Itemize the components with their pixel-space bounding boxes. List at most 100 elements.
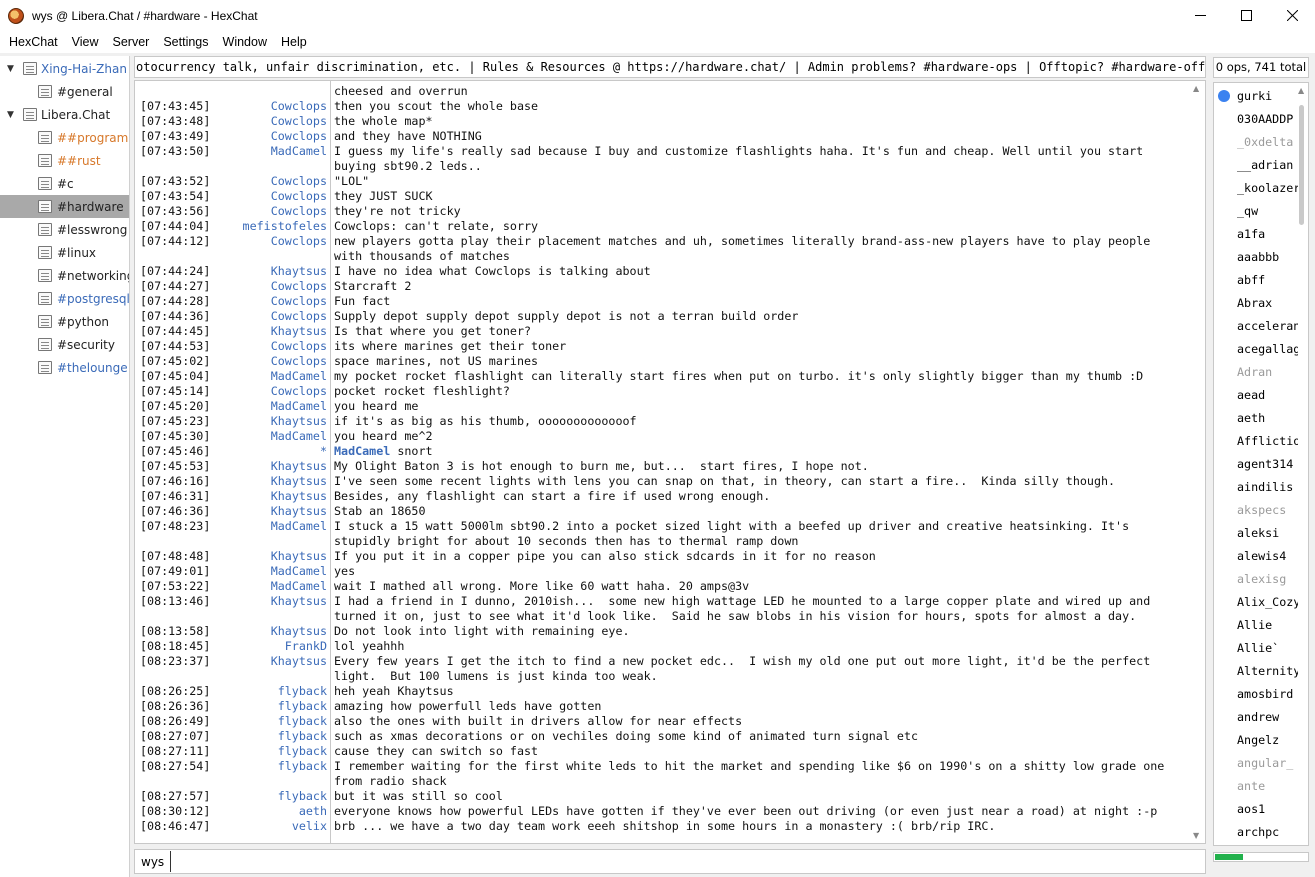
message-nick[interactable]: Cowclops [271,204,327,219]
user-list-item[interactable]: _koolazer [1214,176,1298,199]
menu-window[interactable]: Window [216,35,274,49]
message-nick[interactable]: flyback [278,759,327,774]
message-nick[interactable]: flyback [278,714,327,729]
tree-item-general[interactable]: #general [0,80,129,103]
expand-arrow-icon[interactable]: ▼ [7,110,14,120]
topic-bar[interactable]: otocurrency talk, unfair discrimination,… [134,56,1206,78]
scroll-up-icon[interactable]: ▲ [1298,86,1304,95]
message-nick[interactable]: Cowclops [271,354,327,369]
action-nick[interactable]: MadCamel [334,444,390,458]
minimize-button[interactable] [1177,0,1223,31]
user-list-item[interactable]: angular_ [1214,751,1298,774]
user-list-item[interactable]: aeth [1214,406,1298,429]
close-button[interactable] [1269,0,1315,31]
user-list-item[interactable]: Abrax [1214,291,1298,314]
tree-item-postgresql[interactable]: #postgresql [0,287,129,310]
tree-item-networking[interactable]: #networking [0,264,129,287]
message-nick[interactable]: Cowclops [271,309,327,324]
message-nick[interactable]: Cowclops [271,189,327,204]
chat-scrollbar[interactable]: ▲ ▼ [1189,81,1205,843]
user-list-item[interactable]: ante [1214,774,1298,797]
message-nick[interactable]: Cowclops [271,129,327,144]
message-nick[interactable]: Khaytsus [271,474,327,489]
message-nick[interactable]: FrankD [285,639,327,654]
message-nick[interactable]: MadCamel [271,399,327,414]
scroll-up-icon[interactable]: ▲ [1193,84,1199,93]
message-nick[interactable]: Khaytsus [271,414,327,429]
message-nick[interactable]: Khaytsus [271,549,327,564]
user-list-item[interactable]: aos1 [1214,797,1298,820]
message-nick[interactable]: Khaytsus [271,504,327,519]
message-nick[interactable]: Khaytsus [271,324,327,339]
message-nick[interactable]: flyback [278,729,327,744]
user-list-item[interactable]: aaabbb [1214,245,1298,268]
message-nick[interactable]: Khaytsus [271,654,327,669]
user-list-item[interactable]: _qw [1214,199,1298,222]
message-nick[interactable]: MadCamel [271,564,327,579]
expand-arrow-icon[interactable]: ▼ [7,64,14,74]
message-nick[interactable]: flyback [278,684,327,699]
user-list-item[interactable]: a1fa [1214,222,1298,245]
message-nick[interactable]: Khaytsus [271,624,327,639]
user-list-item[interactable]: Allie [1214,613,1298,636]
user-list-item[interactable]: aead [1214,383,1298,406]
tree-item-thelounge[interactable]: #thelounge [0,356,129,379]
user-list-item[interactable]: alewis4 [1214,544,1298,567]
message-nick[interactable]: Khaytsus [271,264,327,279]
user-list-item[interactable]: Alix_Cozy [1214,590,1298,613]
message-nick[interactable]: velix [292,819,327,834]
tree-item-linux[interactable]: #linux [0,241,129,264]
scroll-thumb[interactable] [1299,105,1304,225]
message-nick[interactable]: Cowclops [271,279,327,294]
message-nick[interactable]: MadCamel [271,519,327,534]
user-list-item[interactable]: akspecs [1214,498,1298,521]
message-nick[interactable]: mefistofeles [243,219,327,234]
tree-item-python[interactable]: #python [0,310,129,333]
message-nick[interactable]: Cowclops [271,234,327,249]
user-list-item[interactable]: gurki [1214,84,1298,107]
message-nick[interactable]: flyback [278,699,327,714]
message-nick[interactable]: MadCamel [271,369,327,384]
tree-item-rust[interactable]: ##rust [0,149,129,172]
user-list-item[interactable]: __adrian [1214,153,1298,176]
tree-item-xing-hai-zhan[interactable]: ▼ Xing-Hai-Zhan [0,57,129,80]
user-list-item[interactable]: Angelz [1214,728,1298,751]
menu-server[interactable]: Server [106,35,157,49]
user-list-item[interactable]: Allie` [1214,636,1298,659]
tree-item-hardware[interactable]: #hardware [0,195,129,218]
user-list-item[interactable]: Adran [1214,360,1298,383]
tree-item-programming[interactable]: ##programming [0,126,129,149]
user-list-item[interactable]: accelerando [1214,314,1298,337]
user-list-item[interactable]: abff [1214,268,1298,291]
chat-log[interactable]: ▲ ▼ cheesed and overrun [07:43:45] Cowclop… [134,80,1206,844]
message-nick[interactable]: Cowclops [271,174,327,189]
menu-help[interactable]: Help [274,35,314,49]
scroll-down-icon[interactable]: ▼ [1193,831,1199,840]
user-list-item[interactable]: 030AADDP [1214,107,1298,130]
maximize-button[interactable] [1223,0,1269,31]
menu-hexchat[interactable]: HexChat [2,35,65,49]
message-nick[interactable]: Cowclops [271,99,327,114]
nick-button[interactable]: wys [135,855,170,869]
message-nick[interactable]: MadCamel [271,579,327,594]
message-input[interactable] [170,851,1205,872]
message-nick[interactable]: Khaytsus [271,459,327,474]
message-nick[interactable]: flyback [278,789,327,804]
message-nick[interactable]: Cowclops [271,114,327,129]
message-nick[interactable]: Khaytsus [271,489,327,504]
menu-view[interactable]: View [65,35,106,49]
tree-item-libera-chat[interactable]: ▼ Libera.Chat [0,103,129,126]
user-list-item[interactable]: aleksi [1214,521,1298,544]
message-nick[interactable]: MadCamel [271,144,327,159]
tree-item-lesswrong[interactable]: #lesswrong [0,218,129,241]
message-nick[interactable]: Khaytsus [271,594,327,609]
user-list-item[interactable]: acegallagher [1214,337,1298,360]
user-list-item[interactable]: aindilis [1214,475,1298,498]
user-list-item[interactable]: alexisg [1214,567,1298,590]
user-list-item[interactable]: amosbird [1214,682,1298,705]
message-nick[interactable]: Cowclops [271,294,327,309]
user-list-item[interactable]: andrew [1214,705,1298,728]
message-nick[interactable]: Cowclops [271,339,327,354]
message-nick[interactable]: * [320,444,327,459]
message-nick[interactable]: MadCamel [271,429,327,444]
